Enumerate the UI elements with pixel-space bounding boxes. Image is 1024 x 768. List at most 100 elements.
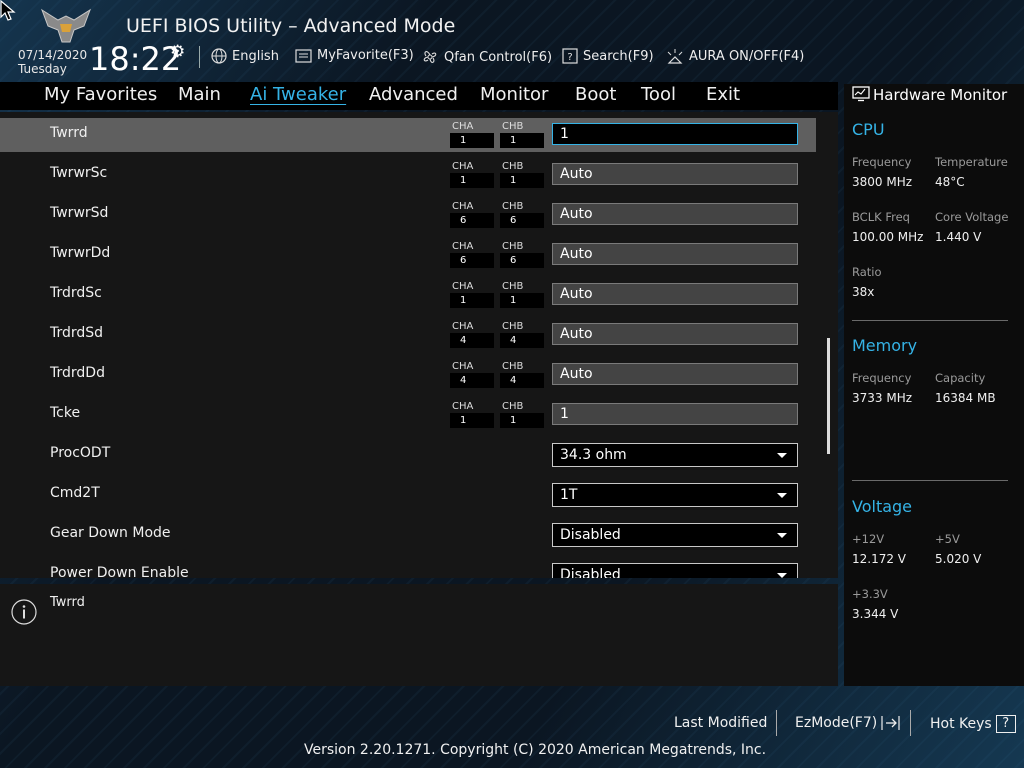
- language-button[interactable]: English: [211, 48, 279, 64]
- setting-value-input[interactable]: 1: [552, 123, 798, 145]
- tab-main[interactable]: Main: [178, 84, 221, 105]
- bclk-value: 100.00 MHz: [852, 230, 924, 244]
- setting-value-input[interactable]: Auto: [552, 323, 798, 345]
- myfavorite-button[interactable]: MyFavorite(F3): [295, 48, 414, 63]
- tab-monitor[interactable]: Monitor: [480, 84, 548, 105]
- setting-label: TrdrdSc: [50, 285, 102, 301]
- setting-row-twrwrsd[interactable]: TwrwrSd CHA 6 CHB 6 Auto: [0, 196, 816, 236]
- tab-exit[interactable]: Exit: [706, 84, 740, 105]
- cha-label: CHA: [452, 121, 474, 132]
- cpu-frequency-label: Frequency: [852, 155, 912, 169]
- setting-label: TrdrdDd: [50, 365, 105, 381]
- chevron-down-icon: [777, 493, 787, 498]
- setting-row-gear-down-mode[interactable]: Gear Down Mode Disabled: [0, 516, 816, 556]
- setting-label: Cmd2T: [50, 485, 100, 501]
- setting-label: Twrrd: [50, 125, 88, 141]
- v33-value: 3.344 V: [852, 607, 899, 621]
- date-value: 07/14/2020: [18, 48, 88, 62]
- setting-value-input[interactable]: Auto: [552, 163, 798, 185]
- setting-row-power-down-enable[interactable]: Power Down Enable Disabled: [0, 556, 816, 578]
- cha-value: 4: [450, 333, 494, 348]
- monitor-icon: [852, 86, 870, 102]
- setting-value-dropdown[interactable]: 1T: [552, 483, 798, 507]
- setting-row-twrrd[interactable]: Twrrd CHA 1 CHB 1 1: [0, 118, 816, 152]
- chb-value: 1: [500, 173, 544, 188]
- settings-scrollbar[interactable]: [827, 338, 830, 454]
- tab-my-favorites[interactable]: My Favorites: [44, 84, 157, 105]
- setting-label: Gear Down Mode: [50, 525, 171, 541]
- qfan-control-button[interactable]: Qfan Control(F6): [421, 48, 552, 66]
- setting-row-procodt[interactable]: ProcODT 34.3 ohm: [0, 436, 816, 476]
- language-label: English: [232, 48, 279, 64]
- memory-heading: Memory: [852, 336, 918, 355]
- ratio-value: 38x: [852, 285, 875, 299]
- cpu-frequency-value: 3800 MHz: [852, 175, 913, 189]
- v5-value: 5.020 V: [935, 552, 982, 566]
- tab-advanced[interactable]: Advanced: [369, 84, 458, 105]
- setting-row-cmd2t[interactable]: Cmd2T 1T: [0, 476, 816, 516]
- tab-boot[interactable]: Boot: [575, 84, 616, 105]
- favorite-list-icon: [295, 48, 312, 63]
- chb-label: CHB: [502, 321, 524, 332]
- setting-row-trdrdsc[interactable]: TrdrdSc CHA 1 CHB 1 Auto: [0, 276, 816, 316]
- v12-value: 12.172 V: [852, 552, 907, 566]
- setting-value-dropdown[interactable]: Disabled: [552, 563, 798, 578]
- question-mark-icon: ?: [995, 715, 1016, 733]
- setting-value-input[interactable]: 1: [552, 403, 798, 425]
- hardware-monitor-title: Hardware Monitor: [873, 86, 1008, 104]
- cha-value: 1: [450, 413, 494, 428]
- last-modified-label: Last Modified: [674, 715, 768, 731]
- last-modified-button[interactable]: Last Modified: [674, 715, 767, 731]
- hw-divider: [852, 320, 1008, 321]
- date-display: 07/14/2020 Tuesday: [18, 48, 87, 76]
- memory-frequency-label: Frequency: [852, 371, 912, 385]
- setting-row-twrwrsc[interactable]: TwrwrSc CHA 1 CHB 1 Auto: [0, 156, 816, 196]
- chb-value: 1: [500, 293, 544, 308]
- chb-value: 6: [500, 213, 544, 228]
- core-voltage-label: Core Voltage: [935, 210, 1009, 224]
- setting-value-dropdown[interactable]: 34.3 ohm: [552, 443, 798, 467]
- copyright-text: Version 2.20.1271. Copyright (C) 2020 Am…: [304, 742, 767, 758]
- v12-label: +12V: [852, 532, 885, 546]
- chevron-down-icon: [777, 573, 787, 578]
- setting-row-tcke[interactable]: Tcke CHA 1 CHB 1 1: [0, 396, 816, 436]
- clock-display[interactable]: 18:22: [89, 40, 181, 78]
- core-voltage-value: 1.440 V: [935, 230, 982, 244]
- exit-arrow-icon: [881, 716, 900, 730]
- tab-ai-tweaker[interactable]: Ai Tweaker: [250, 84, 346, 105]
- mouse-cursor-icon: [0, 0, 16, 21]
- chb-label: CHB: [502, 121, 524, 132]
- cha-label: CHA: [452, 201, 474, 212]
- search-button[interactable]: ? Search(F9): [562, 48, 654, 64]
- ezmode-label: EzMode(F7): [795, 715, 878, 731]
- search-label: Search(F9): [583, 48, 654, 64]
- setting-row-twrwrdd[interactable]: TwrwrDd CHA 6 CHB 6 Auto: [0, 236, 816, 276]
- v5-label: +5V: [935, 532, 960, 546]
- globe-icon: [211, 48, 227, 64]
- setting-value-input[interactable]: Auto: [552, 243, 798, 265]
- setting-label: ProcODT: [50, 445, 111, 461]
- toolbar-divider: [199, 46, 200, 68]
- dropdown-selected-value: 1T: [560, 487, 578, 503]
- cha-value: 6: [450, 253, 494, 268]
- setting-value-dropdown[interactable]: Disabled: [552, 523, 798, 547]
- cha-label: CHA: [452, 161, 474, 172]
- setting-value-input[interactable]: Auto: [552, 283, 798, 305]
- aura-button[interactable]: AURA ON/OFF(F4): [666, 48, 804, 64]
- help-text: Twrrd: [50, 595, 85, 610]
- setting-value-input[interactable]: Auto: [552, 203, 798, 225]
- dropdown-selected-value: Disabled: [560, 567, 621, 578]
- setting-row-trdrdsd[interactable]: TrdrdSd CHA 4 CHB 4 Auto: [0, 316, 816, 356]
- setting-value-input[interactable]: Auto: [552, 363, 798, 385]
- hot-keys-button[interactable]: Hot Keys ?: [930, 715, 1016, 733]
- gear-icon[interactable]: ⚙: [170, 42, 185, 62]
- svg-text:?: ?: [567, 52, 572, 63]
- setting-row-trdrddd[interactable]: TrdrdDd CHA 4 CHB 4 Auto: [0, 356, 816, 396]
- chevron-down-icon: [777, 453, 787, 458]
- cpu-heading: CPU: [852, 120, 885, 139]
- ezmode-button[interactable]: EzMode(F7): [795, 715, 901, 731]
- dropdown-selected-value: Disabled: [560, 527, 621, 543]
- cha-value: 1: [450, 173, 494, 188]
- tab-tool[interactable]: Tool: [641, 84, 676, 105]
- chb-label: CHB: [502, 201, 524, 212]
